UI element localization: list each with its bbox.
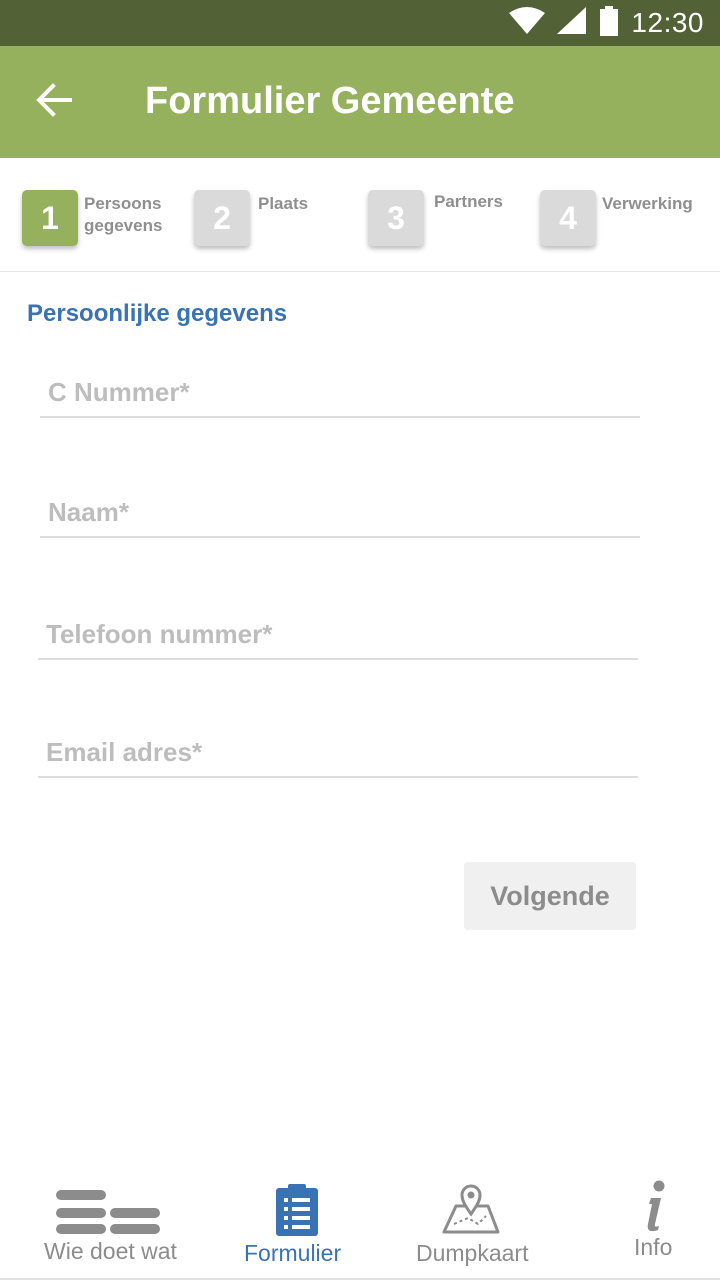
step-label: Plaats bbox=[258, 194, 309, 213]
arrow-left-icon bbox=[36, 82, 72, 122]
nav-item-dumpkaart[interactable]: Dumpkaart bbox=[408, 1170, 548, 1278]
bottom-navigation: Wie doet wat Formulier Dumpkaart Info bbox=[0, 1170, 720, 1280]
nav-label: Formulier bbox=[244, 1240, 342, 1266]
step-number: 1 bbox=[22, 190, 78, 246]
step-plaats[interactable]: 2 Plaats bbox=[194, 158, 344, 272]
email-input[interactable] bbox=[46, 737, 638, 768]
status-bar: 12:30 bbox=[0, 0, 720, 46]
clipboard-list-icon bbox=[276, 1184, 318, 1241]
step-persoonsgegevens[interactable]: 1 Persoons gegevens bbox=[22, 158, 182, 272]
step-number: 4 bbox=[540, 190, 596, 246]
status-time: 12:30 bbox=[631, 7, 704, 38]
telefoon-input[interactable] bbox=[46, 619, 638, 650]
nav-label: Wie doet wat bbox=[44, 1238, 177, 1264]
telefoon-field bbox=[38, 604, 638, 660]
app-bar: Formulier Gemeente bbox=[0, 46, 720, 158]
battery-icon bbox=[599, 5, 619, 41]
nav-item-formulier[interactable]: Formulier bbox=[236, 1170, 356, 1278]
step-label: Partners bbox=[434, 192, 503, 211]
nav-item-info[interactable]: Info bbox=[620, 1170, 700, 1278]
back-button[interactable] bbox=[28, 76, 80, 128]
nav-label: Dumpkaart bbox=[416, 1240, 529, 1266]
step-partners[interactable]: 3 Partners bbox=[368, 158, 518, 272]
info-icon bbox=[642, 1180, 668, 1237]
naam-input[interactable] bbox=[48, 497, 640, 528]
list-grid-icon bbox=[56, 1190, 162, 1241]
step-verwerking[interactable]: 4 Verwerking bbox=[540, 158, 710, 272]
signal-icon bbox=[557, 6, 587, 40]
c-nummer-field bbox=[40, 362, 640, 418]
email-field bbox=[38, 722, 638, 778]
nav-item-wie-doet-wat[interactable]: Wie doet wat bbox=[30, 1170, 200, 1278]
step-label: Verwerking bbox=[602, 194, 693, 213]
page-title: Formulier Gemeente bbox=[145, 80, 515, 122]
form-stepper: 1 Persoons gegevens 2 Plaats 3 Partners … bbox=[0, 158, 720, 272]
next-button[interactable]: Volgende bbox=[464, 862, 636, 930]
naam-field bbox=[40, 482, 640, 538]
step-label: Persoons gegevens bbox=[84, 194, 163, 235]
step-number: 2 bbox=[194, 190, 250, 246]
c-nummer-input[interactable] bbox=[48, 377, 640, 408]
wifi-icon bbox=[509, 6, 546, 40]
map-pin-icon bbox=[442, 1184, 500, 1239]
step-number: 3 bbox=[368, 190, 424, 246]
nav-label: Info bbox=[634, 1234, 673, 1260]
section-title: Persoonlijke gegevens bbox=[27, 300, 288, 327]
